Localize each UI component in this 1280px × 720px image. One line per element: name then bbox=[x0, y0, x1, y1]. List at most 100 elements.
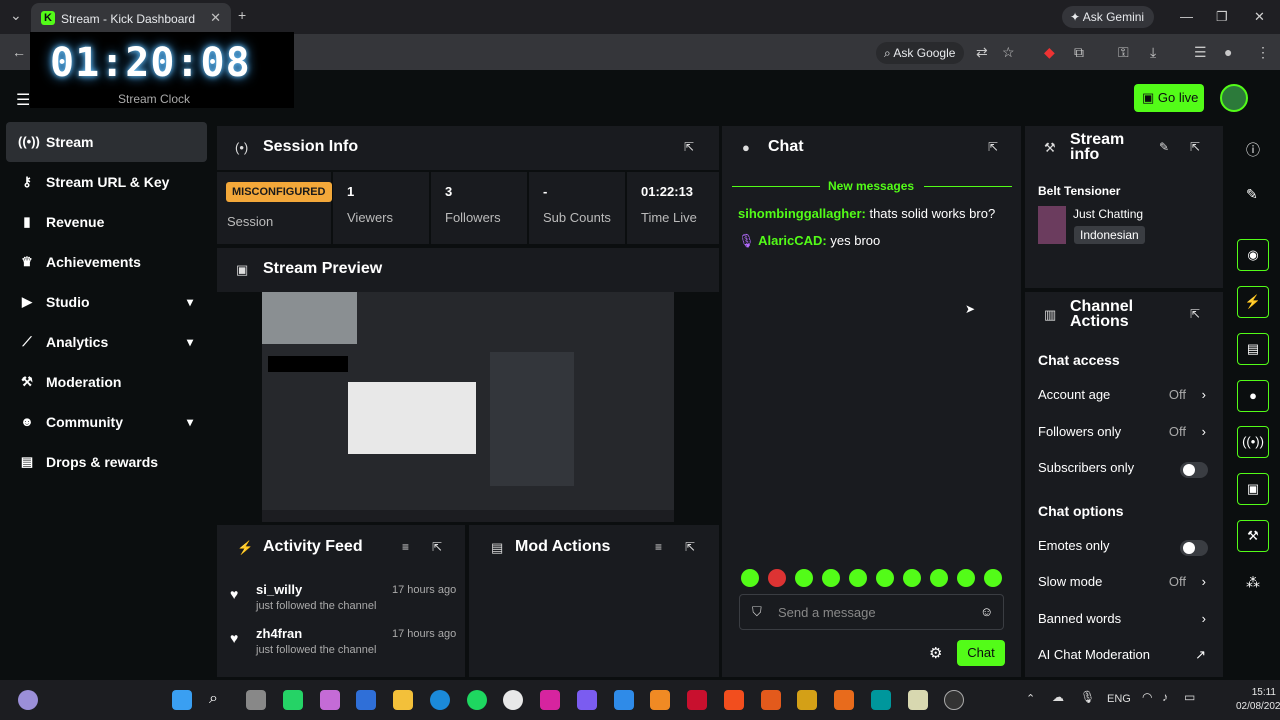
task-view-icon[interactable] bbox=[246, 690, 266, 710]
emote-icon[interactable] bbox=[849, 569, 867, 587]
go-live-button[interactable]: ▣ Go live bbox=[1134, 84, 1204, 112]
info-icon[interactable]: ⓘ bbox=[1246, 140, 1260, 160]
sidebar-item-achievements[interactable]: ♛ Achievements bbox=[6, 242, 207, 282]
stream-preview-video[interactable] bbox=[262, 292, 674, 522]
profile-icon[interactable]: ● bbox=[1224, 44, 1232, 60]
send-chat-button[interactable]: Chat bbox=[957, 640, 1005, 666]
obs-icon[interactable] bbox=[944, 690, 964, 710]
edit-pencil-icon[interactable]: ✎ bbox=[1159, 140, 1169, 154]
language-indicator[interactable]: ENG bbox=[1107, 693, 1131, 705]
copilot-icon[interactable] bbox=[320, 690, 340, 710]
sidebar-item-studio[interactable]: ▶ Studio ▾ bbox=[6, 282, 207, 322]
browser-tab[interactable]: K Stream - Kick Dashboard ✕ bbox=[31, 3, 231, 34]
store-icon[interactable] bbox=[356, 690, 376, 710]
media-icon[interactable]: ☰ bbox=[1194, 44, 1207, 61]
slow-mode-row[interactable]: Slow mode Off › bbox=[1038, 574, 1210, 594]
chrome-icon[interactable] bbox=[503, 690, 523, 710]
followers-only-row[interactable]: Followers only Off › bbox=[1038, 424, 1210, 444]
emote-icon[interactable] bbox=[822, 569, 840, 587]
emote-icon[interactable] bbox=[957, 569, 975, 587]
rail-lightning-icon[interactable]: ⚡ bbox=[1237, 286, 1269, 318]
account-age-row[interactable]: Account age Off › bbox=[1038, 387, 1210, 407]
popout-icon[interactable]: ⇱ bbox=[685, 540, 695, 554]
gear-icon[interactable]: ⚙ bbox=[929, 644, 942, 662]
subscribers-only-toggle[interactable] bbox=[1180, 462, 1208, 478]
sidebar-item-drops[interactable]: ▤ Drops & rewards bbox=[6, 442, 207, 482]
rail-camera-icon[interactable]: ◉ bbox=[1237, 239, 1269, 271]
whatsapp-icon[interactable] bbox=[283, 690, 303, 710]
ai-moderation-row[interactable]: AI Chat Moderation ↗ bbox=[1038, 647, 1210, 667]
system-clock[interactable]: 15:11 02/08/2026 bbox=[1236, 686, 1280, 714]
brave-shield-icon[interactable]: ◆ bbox=[1044, 44, 1055, 61]
volume-icon[interactable]: ♪ bbox=[1162, 690, 1168, 704]
vlc-icon[interactable] bbox=[650, 690, 670, 710]
sidebar-item-analytics[interactable]: ⟋ Analytics ▾ bbox=[6, 322, 207, 362]
emotes-only-toggle[interactable] bbox=[1180, 540, 1208, 556]
new-tab-icon[interactable]: + bbox=[238, 7, 246, 23]
arduino-icon[interactable] bbox=[871, 690, 891, 710]
close-window-icon[interactable]: ✕ bbox=[1254, 9, 1265, 25]
sidebar-item-moderation[interactable]: ⚒ Moderation bbox=[6, 362, 207, 402]
emote-icon[interactable] bbox=[768, 569, 786, 587]
sidebar-item-stream-url[interactable]: ⚷ Stream URL & Key bbox=[6, 162, 207, 202]
activity-user[interactable]: zh4fran bbox=[256, 626, 302, 641]
rail-broadcast-icon[interactable]: ((•)) bbox=[1237, 426, 1269, 458]
solidworks-icon[interactable] bbox=[687, 690, 707, 710]
popout-icon[interactable]: ⇱ bbox=[1190, 307, 1200, 321]
minimize-icon[interactable]: — bbox=[1180, 9, 1193, 24]
app-icon[interactable] bbox=[908, 690, 928, 710]
menu-dots-icon[interactable]: ⋮ bbox=[1256, 44, 1270, 61]
user-avatar[interactable] bbox=[1220, 84, 1248, 112]
microphone-icon[interactable]: 🎙 bbox=[1080, 690, 1095, 704]
back-icon[interactable]: ← bbox=[12, 44, 26, 60]
instagram-icon[interactable] bbox=[540, 690, 560, 710]
emote-icon[interactable] bbox=[795, 569, 813, 587]
chat-input[interactable]: ⛉ Send a message ☺ bbox=[739, 594, 1004, 630]
popout-icon[interactable]: ⇱ bbox=[988, 140, 998, 154]
banned-words-row[interactable]: Banned words › bbox=[1038, 611, 1210, 631]
app-icon[interactable] bbox=[761, 690, 781, 710]
rail-wrench-icon[interactable]: ⚒ bbox=[1237, 520, 1269, 552]
bookmark-star-icon[interactable]: ☆ bbox=[1002, 44, 1015, 61]
emote-icon[interactable] bbox=[930, 569, 948, 587]
edit-pencil-icon[interactable]: ✎ bbox=[1246, 186, 1258, 203]
wifi-icon[interactable]: ◠ bbox=[1142, 690, 1152, 704]
password-key-icon[interactable]: ⚿ bbox=[1118, 44, 1129, 61]
app-icon[interactable] bbox=[577, 690, 597, 710]
hamburger-menu-icon[interactable]: ☰ bbox=[16, 90, 30, 110]
start-icon[interactable] bbox=[172, 690, 192, 710]
activity-user[interactable]: si_willy bbox=[256, 582, 302, 597]
close-tab-icon[interactable]: ✕ bbox=[210, 10, 221, 26]
app-icon[interactable] bbox=[797, 690, 817, 710]
spotify-icon[interactable] bbox=[467, 690, 487, 710]
rail-document-icon[interactable]: ▤ bbox=[1237, 333, 1269, 365]
emote-icon[interactable] bbox=[903, 569, 921, 587]
more-widgets-icon[interactable]: ⁂ bbox=[1246, 574, 1260, 591]
widgets-icon[interactable] bbox=[18, 690, 38, 710]
battery-icon[interactable]: ▭ bbox=[1184, 690, 1195, 704]
cloud-icon[interactable]: ☁ bbox=[1052, 690, 1064, 704]
extensions-icon[interactable]: ⧉ bbox=[1074, 44, 1084, 61]
popout-icon[interactable]: ⇱ bbox=[684, 140, 694, 154]
emote-icon[interactable] bbox=[876, 569, 894, 587]
rail-chat-icon[interactable]: ● bbox=[1237, 380, 1269, 412]
emoji-icon[interactable]: ☺ bbox=[980, 604, 993, 619]
folder-icon[interactable] bbox=[393, 690, 413, 710]
ask-google-button[interactable]: ⌕ Ask Google bbox=[876, 42, 964, 64]
onedrive-icon[interactable] bbox=[614, 690, 634, 710]
sidebar-item-stream[interactable]: ((•)) Stream bbox=[6, 122, 207, 162]
emote-icon[interactable] bbox=[741, 569, 759, 587]
app-icon[interactable] bbox=[834, 690, 854, 710]
maximize-icon[interactable]: ❐ bbox=[1216, 9, 1228, 25]
sidebar-item-community[interactable]: ☻ Community ▾ bbox=[6, 402, 207, 442]
edge-icon[interactable] bbox=[430, 690, 450, 710]
emote-icon[interactable] bbox=[984, 569, 1002, 587]
filter-icon[interactable]: ≡ bbox=[655, 540, 662, 554]
filter-icon[interactable]: ≡ bbox=[402, 540, 409, 554]
download-icon[interactable]: ⤓ bbox=[1150, 44, 1156, 61]
rail-preview-icon[interactable]: ▣ bbox=[1237, 473, 1269, 505]
tray-overflow-icon[interactable]: ⌃ bbox=[1026, 692, 1035, 705]
chat-username[interactable]: AlaricCAD: bbox=[758, 233, 827, 248]
popout-icon[interactable]: ⇱ bbox=[1190, 140, 1200, 154]
chat-username[interactable]: sihombinggallagher: bbox=[738, 206, 866, 221]
